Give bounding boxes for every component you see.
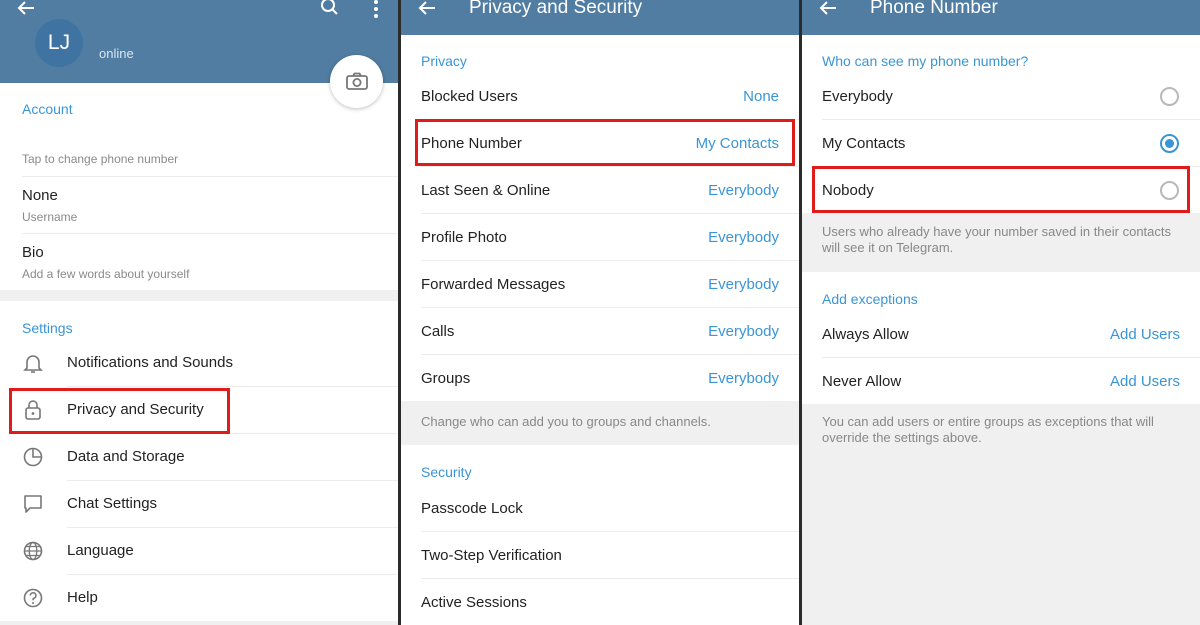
privacy-item-label: Groups <box>421 370 471 387</box>
privacy-item-label: Calls <box>421 323 455 340</box>
security-item-active-sessions[interactable]: Active Sessions <box>401 579 799 625</box>
exception-label: Always Allow <box>822 326 909 343</box>
privacy-section-title: Privacy <box>421 53 467 69</box>
back-arrow-icon[interactable] <box>816 0 840 18</box>
exceptions-section-title: Add exceptions <box>822 291 918 307</box>
account-section-title: Account <box>22 101 73 117</box>
option-label: My Contacts <box>822 135 906 152</box>
menu-item-label: Chat Settings <box>67 495 158 512</box>
security-section-title: Security <box>421 464 472 480</box>
online-status: online <box>99 46 134 61</box>
privacy-item-value: None <box>743 88 779 105</box>
app-bar: Phone Number <box>802 0 1200 35</box>
globe-icon <box>23 541 43 561</box>
radio-my-contacts[interactable] <box>1160 134 1179 153</box>
security-item-passcode[interactable]: Passcode Lock <box>401 485 799 531</box>
security-item-label: Passcode Lock <box>421 500 523 517</box>
groups-hint: Change who can add you to groups and cha… <box>421 414 711 429</box>
highlight-box <box>812 166 1190 213</box>
exception-never-allow[interactable]: Never Allow Add Users <box>802 358 1200 404</box>
privacy-item-value: Everybody <box>708 182 779 199</box>
privacy-item-profile-photo[interactable]: Profile Photo Everybody <box>401 214 799 260</box>
app-bar: Privacy and Security <box>401 0 799 35</box>
section-gap <box>0 290 398 301</box>
menu-item-notifications[interactable]: Notifications and Sounds <box>0 340 398 386</box>
set-photo-button[interactable] <box>330 55 383 108</box>
option-my-contacts[interactable]: My Contacts <box>802 120 1200 166</box>
username-row[interactable]: None Username <box>0 177 398 233</box>
settings-section-title: Settings <box>22 320 73 336</box>
search-icon[interactable] <box>320 0 340 18</box>
privacy-item-value: Everybody <box>708 276 779 293</box>
highlight-box <box>415 119 795 166</box>
settings-panel: LJ online Account Tap to change phone nu… <box>0 0 398 625</box>
option-label: Everybody <box>822 88 893 105</box>
security-item-label: Active Sessions <box>421 594 527 611</box>
add-users-link[interactable]: Add Users <box>1110 373 1180 390</box>
back-arrow-icon[interactable] <box>415 0 439 18</box>
camera-icon <box>346 72 368 90</box>
menu-item-chat-settings[interactable]: Chat Settings <box>0 481 398 527</box>
exception-always-allow[interactable]: Always Allow Add Users <box>802 311 1200 357</box>
privacy-item-value: Everybody <box>708 370 779 387</box>
bell-icon <box>23 355 43 373</box>
exceptions-hint: You can add users or entire groups as ex… <box>822 414 1154 445</box>
username-value: None <box>22 187 58 204</box>
privacy-item-groups[interactable]: Groups Everybody <box>401 355 799 401</box>
bio-row[interactable]: Bio Add a few words about yourself <box>0 234 398 290</box>
menu-item-data-storage[interactable]: Data and Storage <box>0 434 398 480</box>
menu-item-language[interactable]: Language <box>0 528 398 574</box>
radio-everybody[interactable] <box>1160 87 1179 106</box>
menu-item-label: Notifications and Sounds <box>67 354 233 371</box>
pie-chart-icon <box>23 447 43 467</box>
avatar[interactable]: LJ <box>35 19 83 67</box>
phone-hint: Users who already have your number saved… <box>822 224 1172 255</box>
chat-bubble-icon <box>24 495 42 513</box>
menu-item-label: Language <box>67 542 134 559</box>
privacy-item-blocked-users[interactable]: Blocked Users None <box>401 73 799 119</box>
security-item-two-step[interactable]: Two-Step Verification <box>401 532 799 578</box>
privacy-item-forwarded-messages[interactable]: Forwarded Messages Everybody <box>401 261 799 307</box>
phone-number-panel: Phone Number Who can see my phone number… <box>802 0 1200 625</box>
privacy-item-label: Profile Photo <box>421 229 507 246</box>
hint-area: Change who can add you to groups and cha… <box>401 401 799 445</box>
question-title: Who can see my phone number? <box>822 53 1029 69</box>
more-options-icon[interactable] <box>366 0 386 18</box>
page-title: Privacy and Security <box>469 0 643 18</box>
option-everybody[interactable]: Everybody <box>802 73 1200 119</box>
section-gap <box>0 621 398 625</box>
privacy-item-last-seen[interactable]: Last Seen & Online Everybody <box>401 167 799 213</box>
help-icon <box>23 588 43 608</box>
privacy-item-label: Blocked Users <box>421 88 518 105</box>
privacy-item-value: Everybody <box>708 323 779 340</box>
privacy-item-label: Forwarded Messages <box>421 276 566 293</box>
privacy-security-panel: Privacy and Security Privacy Blocked Use… <box>401 0 799 625</box>
menu-item-label: Data and Storage <box>67 448 185 465</box>
bio-hint: Add a few words about yourself <box>22 267 190 281</box>
security-item-label: Two-Step Verification <box>421 547 562 564</box>
privacy-item-label: Last Seen & Online <box>421 182 551 199</box>
username-label: Username <box>22 210 78 224</box>
menu-item-help[interactable]: Help <box>0 575 398 621</box>
menu-item-label: Help <box>67 589 98 606</box>
privacy-item-calls[interactable]: Calls Everybody <box>401 308 799 354</box>
privacy-item-value: Everybody <box>708 229 779 246</box>
phone-number-row[interactable]: Tap to change phone number <box>0 130 398 176</box>
page-title: Phone Number <box>870 0 998 18</box>
add-users-link[interactable]: Add Users <box>1110 326 1180 343</box>
bio-label: Bio <box>22 244 44 261</box>
exception-label: Never Allow <box>822 373 902 390</box>
highlight-box <box>9 388 230 434</box>
back-arrow-icon[interactable] <box>14 0 38 18</box>
phone-hint: Tap to change phone number <box>22 152 179 166</box>
